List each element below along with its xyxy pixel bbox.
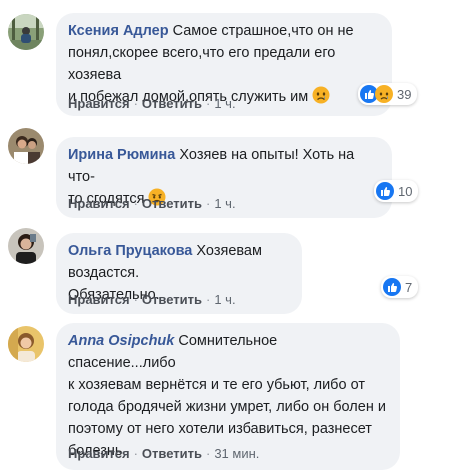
separator-dot: · [205, 96, 211, 111]
comment-author[interactable]: Ирина Рюмина [68, 147, 175, 163]
reaction-summary[interactable]: 10 [374, 180, 419, 202]
comment-text: голода бродячей жизни умрет, либо он бол… [68, 399, 386, 415]
comment-author[interactable]: Ксения Адлер [68, 23, 169, 39]
comment-line: Ирина Рюмина Хозяев на опыты! Хоть на чт… [68, 144, 380, 188]
comment-line: Ольга Пруцакова Хозяевам воздастся. [68, 240, 290, 284]
like-icon [376, 182, 394, 200]
reply-link[interactable]: Ответить [142, 196, 202, 211]
like-link[interactable]: Нравится [68, 96, 130, 111]
separator-dot: · [133, 446, 138, 461]
separator-dot: · [205, 446, 211, 461]
author-first-name: Anna [68, 333, 105, 349]
comment-author[interactable]: Ольга Пруцакова [68, 243, 192, 259]
separator-dot: · [205, 196, 211, 211]
sad-icon [375, 85, 393, 103]
separator-dot: · [133, 96, 138, 111]
comment-actions: Нравится · Ответить · 31 мин. [68, 446, 259, 461]
comment-line: Anna Osipchuk Сомнительное спасение...ли… [68, 330, 388, 374]
comment-text: к хозяевам вернётся и те его убьют, либо… [68, 377, 365, 393]
comment-timestamp[interactable]: 31 мин. [214, 446, 259, 461]
like-link[interactable]: Нравится [68, 196, 130, 211]
reaction-count: 39 [397, 86, 412, 102]
sad-emoji-icon [312, 86, 330, 104]
reply-link[interactable]: Ответить [142, 96, 202, 111]
comment-author[interactable]: Anna Osipchuk [68, 333, 174, 349]
reaction-count: 7 [405, 279, 413, 295]
comment-actions: Нравится · Ответить · 1 ч. [68, 196, 236, 211]
separator-dot: · [133, 292, 138, 307]
reaction-summary[interactable]: 7 [381, 276, 419, 298]
reaction-summary[interactable]: 39 [358, 83, 418, 105]
reply-link[interactable]: Ответить [142, 446, 202, 461]
comment-timestamp[interactable]: 1 ч. [214, 196, 235, 211]
avatar[interactable] [8, 326, 44, 362]
reaction-count: 10 [398, 183, 413, 199]
comment-actions: Нравится · Ответить · 1 ч. [68, 96, 236, 111]
comment-actions: Нравится · Ответить · 1 ч. [68, 292, 236, 307]
like-link[interactable]: Нравится [68, 292, 130, 307]
comment-text: понял,скорее всего,что его предали его х… [68, 45, 336, 83]
comment-line: Ксения Адлер Самое страшное,что он не [68, 20, 380, 42]
separator-dot: · [133, 196, 138, 211]
like-link[interactable]: Нравится [68, 446, 130, 461]
comment-timestamp[interactable]: 1 ч. [214, 96, 235, 111]
avatar[interactable] [8, 14, 44, 50]
author-last-name: Osipchuk [108, 333, 175, 349]
comment-text: поэтому от него хотели избавиться, разне… [68, 421, 372, 437]
reply-link[interactable]: Ответить [142, 292, 202, 307]
avatar[interactable] [8, 228, 44, 264]
comment-timestamp[interactable]: 1 ч. [214, 292, 235, 307]
avatar[interactable] [8, 128, 44, 164]
comment-text: Самое страшное,что он не [172, 23, 354, 39]
like-icon [383, 278, 401, 296]
separator-dot: · [205, 292, 211, 307]
